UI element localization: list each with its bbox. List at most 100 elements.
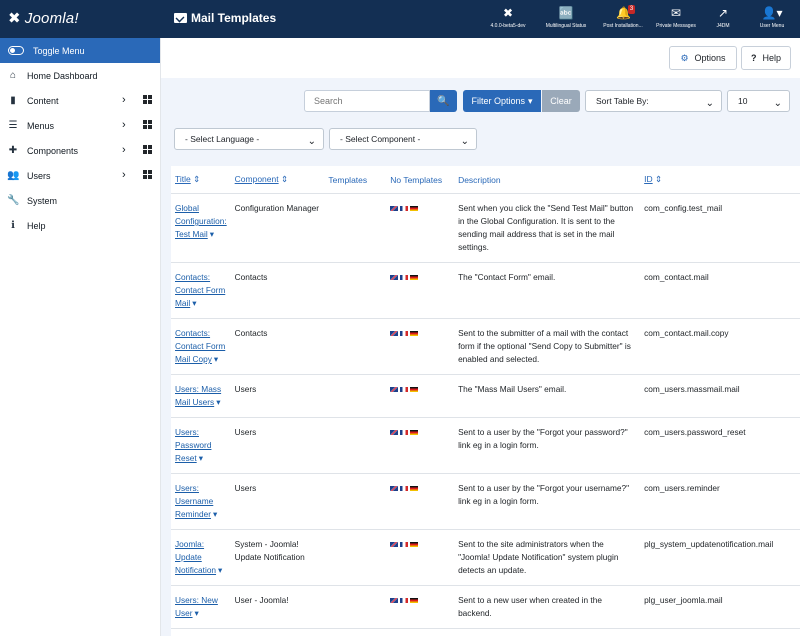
title-header-label: Title: [175, 174, 191, 184]
joomla-logo[interactable]: ✖ Joomla!: [8, 9, 79, 28]
title-column-header[interactable]: Title ⇕: [171, 166, 231, 194]
sort-table-select[interactable]: Sort Table By: ⌄: [585, 90, 722, 112]
dashboard-grid-icon[interactable]: [143, 95, 152, 104]
caret-down-icon[interactable]: ▾: [213, 509, 217, 519]
chevron-right-icon[interactable]: ›: [122, 144, 126, 156]
private-messages-button[interactable]: ✉ Private Messages: [651, 6, 701, 29]
user-menu-button[interactable]: 👤▾ User Menu: [752, 6, 792, 29]
help-button[interactable]: ? Help: [741, 46, 791, 70]
template-title-link[interactable]: Users: Username Reminder: [175, 483, 213, 519]
flag-fr-fr-icon[interactable]: [400, 275, 409, 281]
dashboard-grid-icon[interactable]: [143, 120, 152, 129]
flag-fr-fr-icon[interactable]: [400, 331, 409, 337]
template-title-link[interactable]: Contacts: Contact Form Mail: [175, 272, 225, 308]
caret-down-icon[interactable]: ▾: [195, 608, 199, 618]
component-select[interactable]: - Select Component - ⌄: [329, 128, 477, 150]
bell-icon: 🔔 3: [616, 5, 635, 20]
flag-en-gb-icon[interactable]: [390, 206, 399, 212]
flag-fr-fr-icon[interactable]: [400, 486, 409, 492]
component-column-header[interactable]: Component ⇕: [230, 166, 325, 194]
version-link[interactable]: ✖ 4.0.0-beta5-dev: [483, 6, 533, 29]
table-row: Users: Mass Mail Users ▾ Users The "Mass …: [171, 374, 800, 418]
flag-en-gb-icon[interactable]: [390, 598, 399, 604]
id-cell: com_users.password_reset: [640, 417, 800, 474]
gear-icon: ⚙: [680, 52, 689, 63]
flag-fr-fr-icon[interactable]: [400, 430, 409, 436]
caret-down-icon[interactable]: ▾: [199, 453, 203, 463]
post-installation-button[interactable]: 🔔 3 Post Installation...: [597, 5, 649, 29]
caret-down-icon[interactable]: ▾: [214, 354, 218, 364]
language-select[interactable]: - Select Language - ⌄: [174, 128, 324, 150]
sidebar-item-label: Help: [27, 220, 46, 231]
flag-en-gb-icon[interactable]: [390, 387, 399, 393]
post-installation-label: Post Installation...: [603, 23, 643, 29]
flag-de-de-icon[interactable]: [410, 486, 419, 492]
list-limit-select[interactable]: 10 ⌄: [727, 90, 790, 112]
caret-down-icon[interactable]: ▾: [216, 397, 220, 407]
flag-de-de-icon[interactable]: [410, 387, 419, 393]
flag-de-de-icon[interactable]: [410, 430, 419, 436]
flag-de-de-icon[interactable]: [410, 542, 419, 548]
flag-en-gb-icon[interactable]: [390, 331, 399, 337]
sidebar-item-users[interactable]: 👥 Users ›: [0, 163, 160, 188]
file-icon: ▮: [10, 95, 16, 106]
sidebar-item-content[interactable]: ▮ Content ›: [0, 88, 160, 113]
caret-down-icon[interactable]: ▾: [218, 565, 222, 575]
component-header-label: Component: [234, 174, 279, 184]
sidebar-item-help[interactable]: ℹ Help: [0, 213, 160, 238]
puzzle-icon: ✚: [8, 145, 18, 156]
description-cell: Sent to the site administrators when the…: [454, 529, 641, 586]
flag-fr-fr-icon[interactable]: [400, 206, 409, 212]
description-cell: The "Mass Mail Users" email.: [454, 374, 641, 418]
flag-de-de-icon[interactable]: [410, 275, 419, 281]
sidebar-item-home-dashboard[interactable]: ⌂ Home Dashboard: [0, 63, 160, 88]
template-title-link[interactable]: Joomla: Update Notification: [175, 539, 216, 575]
template-title-link[interactable]: Users: Mass Mail Users: [175, 384, 221, 407]
search-button[interactable]: 🔍: [430, 90, 457, 112]
flag-fr-fr-icon[interactable]: [400, 598, 409, 604]
chevron-right-icon[interactable]: ›: [122, 94, 126, 106]
caret-down-icon[interactable]: ▾: [192, 298, 196, 308]
toggle-menu-button[interactable]: Toggle Menu: [0, 38, 160, 63]
flag-de-de-icon[interactable]: [410, 206, 419, 212]
chevron-down-icon: ▾: [528, 95, 533, 106]
flag-en-gb-icon[interactable]: [390, 542, 399, 548]
chevron-right-icon[interactable]: ›: [122, 169, 126, 181]
chevron-down-icon: ⌄: [460, 136, 469, 147]
chevron-right-icon[interactable]: ›: [122, 119, 126, 131]
template-title-link[interactable]: Users: Password Reset: [175, 427, 211, 463]
filter-options-button[interactable]: Filter Options ▾: [463, 90, 541, 112]
flag-en-gb-icon[interactable]: [390, 430, 399, 436]
id-cell: com_contact.mail.copy: [640, 318, 800, 375]
multilingual-status-button[interactable]: 🔤 Multilingual Status: [540, 6, 592, 29]
sidebar-item-components[interactable]: ✚ Components ›: [0, 138, 160, 163]
clear-button[interactable]: Clear: [542, 90, 580, 112]
id-cell: com_config.test_mail: [640, 193, 800, 263]
flag-fr-fr-icon[interactable]: [400, 542, 409, 548]
caret-down-icon[interactable]: ▾: [210, 229, 214, 239]
dashboard-grid-icon[interactable]: [143, 145, 152, 154]
flag-de-de-icon[interactable]: [410, 598, 419, 604]
flag-de-de-icon[interactable]: [410, 331, 419, 337]
templates-cell: [324, 193, 387, 263]
template-title-link[interactable]: Global Configuration: Test Mail: [175, 203, 227, 239]
page-title-text: Mail Templates: [191, 11, 277, 25]
flag-fr-fr-icon[interactable]: [400, 387, 409, 393]
sidebar-item-system[interactable]: 🔧 System: [0, 188, 160, 213]
page-title: Mail Templates: [174, 11, 276, 25]
table-row: Users: Password Reset ▾ Users Sent to a u…: [171, 417, 800, 474]
sidebar-item-menus[interactable]: ☰ Menus ›: [0, 113, 160, 138]
flag-en-gb-icon[interactable]: [390, 486, 399, 492]
search-icon: 🔍: [437, 95, 450, 107]
search-input[interactable]: [304, 90, 430, 112]
language-select-value: - Select Language -: [185, 134, 260, 144]
site-link-button[interactable]: ↗ J4DM: [708, 6, 738, 29]
sort-table-value: Sort Table By:: [596, 96, 649, 106]
title-cell: Users: Username Reminder ▾: [171, 473, 231, 530]
dashboard-grid-icon[interactable]: [143, 170, 152, 179]
flag-en-gb-icon[interactable]: [390, 275, 399, 281]
id-column-header[interactable]: ID ⇕: [640, 166, 800, 194]
options-button[interactable]: ⚙ Options: [669, 46, 737, 70]
templates-column-header: Templates: [324, 166, 387, 194]
mail-templates-table: Title ⇕ Component ⇕ Templates No Templat…: [171, 166, 800, 636]
